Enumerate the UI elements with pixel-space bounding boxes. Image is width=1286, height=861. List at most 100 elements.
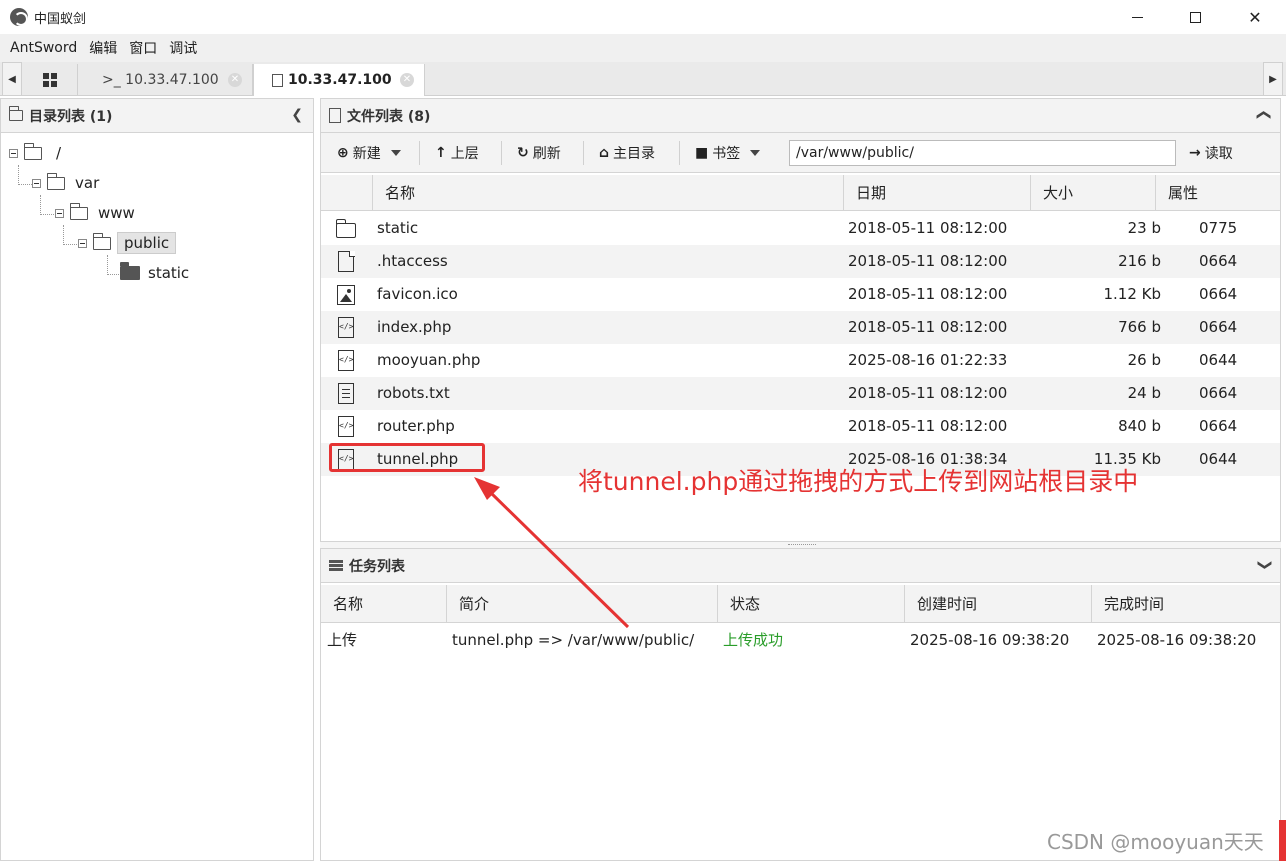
code-file-icon: </> (338, 416, 354, 437)
task-row[interactable]: 上传 tunnel.php => /var/www/public/ 上传成功 2… (321, 623, 1280, 657)
bookmark-button[interactable]: ■ 书签 (695, 133, 761, 173)
tree-node-www[interactable]: www (55, 201, 135, 225)
annotation-text: 将tunnel.php通过拖拽的方式上传到网站根目录中 (578, 467, 1139, 496)
task-column-desc[interactable]: 简介 (446, 585, 717, 623)
tab-home[interactable] (22, 64, 78, 96)
refresh-button[interactable]: ↻ 刷新 (517, 133, 561, 173)
task-column-created[interactable]: 创建时间 (904, 585, 1091, 623)
tree-collapse-icon[interactable] (55, 208, 64, 218)
up-level-button[interactable]: ↑ 上层 (435, 133, 479, 173)
red-edge-mark (1279, 820, 1286, 861)
read-button[interactable]: → 读取 (1189, 133, 1233, 173)
antsword-logo-icon (10, 8, 28, 26)
chevron-down-icon (390, 150, 401, 156)
new-button[interactable]: ⊕ 新建 (337, 133, 401, 173)
watermark: CSDN @mooyuan天天 (1047, 830, 1264, 854)
image-file-icon (337, 284, 355, 305)
menu-window[interactable]: 窗口 (123, 38, 163, 58)
home-dir-button[interactable]: ⌂ 主目录 (599, 133, 655, 173)
title-bar: 中国蚁剑 ✕ (0, 0, 1286, 34)
arrow-up-icon: ↑ (435, 145, 447, 161)
task-panel-header: 任务列表 ❮ (321, 549, 1280, 583)
file-attr: 0644 (1199, 450, 1238, 468)
tree-node-label: / (56, 144, 62, 162)
task-status: 上传成功 (723, 631, 784, 649)
tree-node-label: static (148, 264, 190, 282)
minimize-icon (1131, 16, 1143, 18)
file-row[interactable]: favicon.ico 2018-05-11 08:12:00 1.12 Kb … (321, 278, 1280, 311)
file-row[interactable]: robots.txt 2018-05-11 08:12:00 24 b 0664 (321, 377, 1280, 410)
tree-collapse-icon[interactable] (9, 148, 18, 158)
column-name[interactable]: 名称 (372, 175, 843, 211)
maximize-button[interactable] (1166, 0, 1224, 34)
tab-file-manager[interactable]: 10.33.47.100 ✕ (253, 64, 425, 96)
tree-node-public[interactable]: public (78, 231, 177, 255)
file-name: .htaccess (377, 252, 448, 270)
file-size: 26 b (1127, 351, 1161, 369)
tree-node-var[interactable]: var (32, 171, 99, 195)
path-input[interactable] (789, 140, 1176, 166)
close-button[interactable]: ✕ (1226, 0, 1284, 34)
tree-node-static[interactable]: static (120, 261, 189, 285)
task-column-status[interactable]: 状态 (717, 585, 904, 623)
file-name: robots.txt (377, 384, 450, 402)
file-date: 2018-05-11 08:12:00 (848, 219, 1008, 237)
menu-debug[interactable]: 调试 (163, 38, 203, 58)
file-row[interactable]: </> mooyuan.php 2025-08-16 01:22:33 26 b… (321, 344, 1280, 377)
text-file-icon (338, 383, 354, 404)
file-row[interactable]: .htaccess 2018-05-11 08:12:00 216 b 0664 (321, 245, 1280, 278)
task-column-name[interactable]: 名称 (321, 585, 446, 623)
task-grid-header: 名称 简介 状态 创建时间 完成时间 (321, 585, 1280, 623)
highlight-box (329, 443, 485, 472)
column-attr[interactable]: 属性 (1155, 175, 1280, 211)
file-size: 23 b (1127, 219, 1161, 237)
collapse-left-icon[interactable]: ❮ (291, 107, 303, 123)
column-date[interactable]: 日期 (843, 175, 1030, 211)
task-desc: tunnel.php => /var/www/public/ (452, 631, 695, 649)
home-icon: ⌂ (599, 145, 610, 161)
file-attr: 0664 (1199, 417, 1238, 435)
file-row[interactable]: static 2018-05-11 08:12:00 23 b 0775 (321, 212, 1280, 245)
file-size: 24 b (1127, 384, 1161, 402)
file-attr: 0664 (1199, 384, 1238, 402)
tree-node-root[interactable]: / (9, 141, 61, 165)
file-row[interactable]: </> router.php 2018-05-11 08:12:00 840 b… (321, 410, 1280, 443)
file-name: static (377, 219, 419, 237)
bookmark-label: 书签 (712, 146, 741, 162)
collapse-up-icon[interactable]: ❮ (1256, 109, 1272, 121)
tab-terminal-label: >_ 10.33.47.100 (102, 72, 219, 88)
tab-close-icon[interactable]: ✕ (400, 73, 414, 87)
up-level-label: 上层 (450, 146, 479, 162)
file-name: mooyuan.php (377, 351, 481, 369)
menu-edit[interactable]: 编辑 (83, 38, 123, 58)
file-icon (329, 108, 341, 123)
file-size: 840 b (1118, 417, 1161, 435)
tab-scroll-left-button[interactable]: ◀ (2, 62, 22, 96)
file-icon (272, 73, 283, 87)
tab-bar: ◀ >_ 10.33.47.100 ✕ 10.33.47.100 ✕ ▶ (0, 62, 1286, 96)
tree-collapse-icon[interactable] (32, 178, 41, 188)
chevron-down-icon (750, 150, 761, 156)
minimize-button[interactable] (1108, 0, 1166, 34)
task-panel-title: 任务列表 (349, 558, 405, 575)
arrow-right-icon: → (1189, 145, 1201, 161)
collapse-down-icon[interactable]: ❮ (1256, 559, 1272, 571)
column-size[interactable]: 大小 (1030, 175, 1155, 211)
window-title: 中国蚁剑 (34, 11, 87, 27)
code-file-icon: </> (338, 350, 354, 371)
tab-close-icon[interactable]: ✕ (228, 73, 242, 87)
file-panel-header: 文件列表 (8) ❮ (321, 99, 1280, 133)
task-column-finished[interactable]: 完成时间 (1091, 585, 1280, 623)
tasks-icon (329, 560, 343, 571)
tree-collapse-icon[interactable] (78, 238, 87, 248)
file-name: favicon.ico (377, 285, 458, 303)
menu-antsword[interactable]: AntSword (4, 40, 83, 56)
file-row[interactable]: </> index.php 2018-05-11 08:12:00 766 b … (321, 311, 1280, 344)
file-date: 2025-08-16 01:22:33 (848, 351, 1008, 369)
refresh-label: 刷新 (532, 146, 561, 162)
file-attr: 0664 (1199, 285, 1238, 303)
task-name: 上传 (327, 631, 358, 649)
file-toolbar: ⊕ 新建 ↑ 上层 ↻ 刷新 ⌂ 主目录 ■ 书签 → 读取 (321, 133, 1280, 173)
tab-terminal[interactable]: >_ 10.33.47.100 ✕ (78, 64, 253, 96)
tab-scroll-right-button[interactable]: ▶ (1263, 62, 1283, 96)
